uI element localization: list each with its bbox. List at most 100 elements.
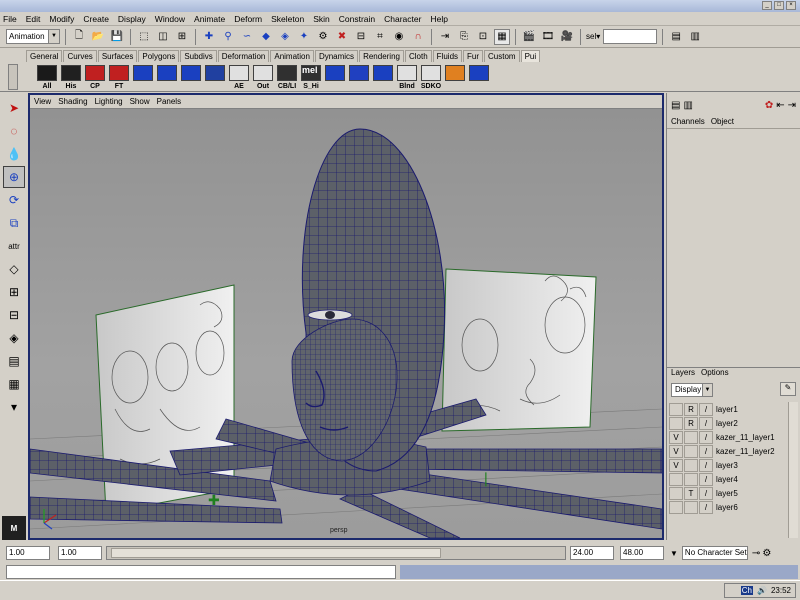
shelf-tab-curves[interactable]: Curves — [63, 50, 97, 62]
maximize-button[interactable]: □ — [774, 1, 784, 10]
shelf-button[interactable] — [372, 64, 394, 90]
viewport-menu-view[interactable]: View — [34, 97, 51, 106]
new-scene-icon[interactable]: 🗋 — [71, 29, 87, 45]
shelf-tab-polygons[interactable]: Polygons — [138, 50, 180, 62]
layer-color-swatch[interactable]: / — [699, 458, 713, 472]
layer-visibility-toggle[interactable]: V — [669, 444, 683, 458]
range-slider-handle[interactable] — [111, 548, 441, 558]
rotate-tool-icon[interactable]: ⟳ — [3, 189, 25, 211]
shelf-tab-subdivs[interactable]: Subdivs — [180, 50, 217, 62]
layer-display-type-toggle[interactable]: T — [684, 486, 698, 500]
four-pane-layout-icon[interactable]: ⊞ — [3, 281, 25, 303]
end-time-field[interactable]: 48.00 — [620, 546, 664, 560]
save-scene-icon[interactable]: 💾 — [109, 29, 125, 45]
channel-box-icon[interactable]: ▤ — [671, 100, 680, 111]
viewport-menu-panels[interactable]: Panels — [157, 97, 181, 106]
character-set-field[interactable]: No Character Set — [681, 546, 748, 560]
shelf-tab-animation[interactable]: Animation — [270, 50, 314, 62]
menu-constrain[interactable]: Constrain — [339, 14, 375, 24]
layer-row[interactable]: / layer6 — [669, 500, 789, 514]
curve-mask-icon[interactable]: ∽ — [239, 29, 255, 45]
snap-point-icon[interactable]: ◉ — [391, 29, 407, 45]
shelf-menu-handle[interactable] — [8, 64, 18, 90]
animation-preferences-icon[interactable]: ⚙ — [762, 548, 771, 559]
language-indicator[interactable]: Ch — [740, 586, 753, 595]
viewport-menu-lighting[interactable]: Lighting — [95, 97, 123, 106]
layer-visibility-toggle[interactable] — [669, 402, 683, 416]
layer-display-type-toggle[interactable]: R — [684, 416, 698, 430]
layer-name[interactable]: layer2 — [714, 419, 738, 428]
playback-start-field[interactable]: 1.00 — [58, 546, 102, 560]
layer-menu-layers[interactable]: Layers — [671, 368, 695, 380]
layer-row[interactable]: R / layer2 — [669, 416, 789, 430]
render-mask-icon[interactable]: ⚙ — [315, 29, 331, 45]
perspective-viewport[interactable]: View Shading Lighting Show Panels ✚ ❘ pe… — [28, 93, 664, 540]
channel-box-menu-object[interactable]: Object — [711, 117, 734, 128]
shelf-tab-general[interactable]: General — [26, 50, 63, 62]
layer-visibility-toggle[interactable]: V — [669, 430, 683, 444]
shelf-button[interactable]: S_Hi mel — [300, 64, 322, 90]
menu-set-dropdown[interactable]: Animation ▼ — [6, 29, 60, 44]
shelf-button[interactable] — [444, 64, 466, 90]
layer-name[interactable]: layer1 — [714, 405, 738, 414]
scale-tool-icon[interactable]: ⧉ — [3, 212, 25, 234]
layer-visibility-toggle[interactable]: V — [669, 458, 683, 472]
paint-select-tool-icon[interactable]: 💧 — [3, 143, 25, 165]
select-component-icon[interactable]: ⊞ — [174, 29, 190, 45]
snap-curve-icon[interactable]: ⌗ — [372, 29, 388, 45]
shelf-button[interactable] — [180, 64, 202, 90]
command-line-input[interactable] — [6, 565, 396, 579]
menu-edit[interactable]: Edit — [26, 14, 41, 24]
shelf-tab-dynamics[interactable]: Dynamics — [314, 50, 359, 62]
layer-visibility-toggle[interactable] — [669, 486, 683, 500]
shelf-button[interactable]: CP — [84, 64, 106, 90]
shelf-tab-deformation[interactable]: Deformation — [217, 50, 270, 62]
collapse-right-icon[interactable]: ⇥ — [788, 100, 796, 111]
open-scene-icon[interactable]: 📂 — [90, 29, 106, 45]
layer-color-swatch[interactable]: / — [699, 430, 713, 444]
persp-outliner-layout-icon[interactable]: ◈ — [3, 327, 25, 349]
playback-end-field[interactable]: 24.00 — [570, 546, 614, 560]
two-pane-layout-icon[interactable]: ⊟ — [3, 304, 25, 326]
menu-display[interactable]: Display — [118, 14, 146, 24]
shelf-button[interactable]: All — [36, 64, 58, 90]
single-pane-layout-icon[interactable]: ◇ — [3, 258, 25, 280]
shelf-button[interactable]: His — [60, 64, 82, 90]
viewport-canvas[interactable]: ✚ ❘ persp — [30, 109, 662, 538]
shelf-button[interactable]: CB/LI — [276, 64, 298, 90]
channel-box-body[interactable] — [667, 131, 800, 363]
layer-color-swatch[interactable]: / — [699, 444, 713, 458]
color-picker-icon[interactable]: ✿ — [765, 100, 773, 111]
snap-grid-icon[interactable]: ⊟ — [353, 29, 369, 45]
shelf-button[interactable]: Blnd — [396, 64, 418, 90]
lasso-tool-icon[interactable]: ◌ — [3, 120, 25, 142]
key-icon[interactable]: ⊸ — [752, 548, 760, 559]
layer-visibility-toggle[interactable] — [669, 500, 683, 514]
shelf-button[interactable] — [348, 64, 370, 90]
layer-menu-options[interactable]: Options — [701, 368, 729, 380]
dynamics-mask-icon[interactable]: ✦ — [296, 29, 312, 45]
surface-mask-icon[interactable]: ◆ — [258, 29, 274, 45]
shelf-button[interactable]: AE — [228, 64, 250, 90]
layer-color-swatch[interactable]: / — [699, 402, 713, 416]
magnet-icon[interactable]: ∩ — [410, 29, 426, 45]
layer-display-type-toggle[interactable] — [684, 444, 698, 458]
layer-name[interactable]: layer5 — [714, 489, 738, 498]
pick-mask-icon[interactable]: ✚ — [201, 29, 217, 45]
layer-display-type-toggle[interactable] — [684, 500, 698, 514]
misc-mask-icon[interactable]: ✖ — [334, 29, 350, 45]
shelf-tab-cloth[interactable]: Cloth — [404, 50, 432, 62]
menu-help[interactable]: Help — [430, 14, 447, 24]
history-icon[interactable]: ⎘ — [456, 29, 472, 45]
minimize-button[interactable]: _ — [762, 1, 772, 10]
shelf-tab-fluids[interactable]: Fluids — [432, 50, 463, 62]
hypershade-layout-icon[interactable]: ▦ — [3, 373, 25, 395]
viewport-menu-show[interactable]: Show — [130, 97, 150, 106]
shelf-tab-pui[interactable]: Pui — [520, 50, 541, 62]
render-settings-icon[interactable]: 🎥 — [559, 29, 575, 45]
layer-row[interactable]: V / kazer_11_layer2 — [669, 444, 789, 458]
new-layer-button[interactable]: ✎ — [780, 382, 796, 396]
layer-name[interactable]: layer3 — [714, 461, 738, 470]
select-tool-icon[interactable]: ➤ — [3, 97, 25, 119]
layer-name[interactable]: kazer_11_layer1 — [714, 433, 775, 442]
